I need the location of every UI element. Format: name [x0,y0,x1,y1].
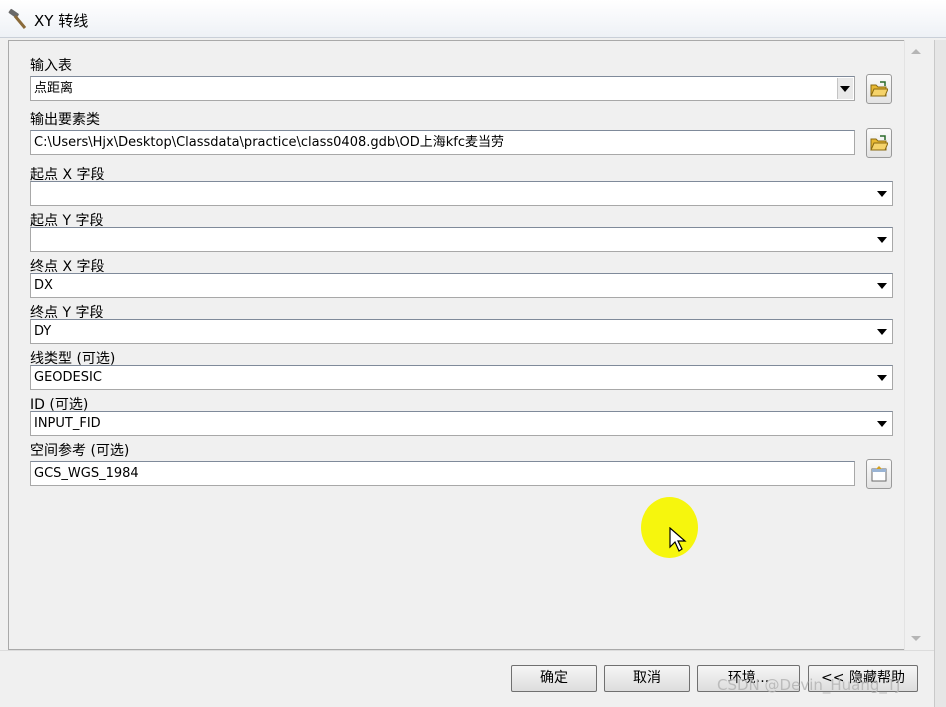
properties-icon [871,466,887,482]
id-field-value: INPUT_FID [34,416,101,431]
end-y-field-select[interactable]: DY [30,319,893,344]
start-y-field-select[interactable] [30,227,893,252]
spatial-reference-input[interactable]: GCS_WGS_1984 [30,461,855,486]
scroll-down-icon[interactable] [911,636,921,641]
spatial-reference-properties-button[interactable] [866,459,892,489]
help-panel-edge [934,40,946,707]
end-y-field-value: DY [34,324,52,339]
spatial-reference-label: 空间参考 (可选) [30,443,130,459]
browse-input-table-button[interactable] [866,74,892,104]
ok-button[interactable]: 确定 [511,665,597,692]
line-type-select[interactable]: GEODESIC [30,365,893,390]
hammer-icon [8,8,27,29]
chevron-down-icon[interactable] [877,375,887,381]
end-x-field-value: DX [34,278,53,293]
line-type-value: GEODESIC [34,370,102,385]
chevron-down-icon[interactable] [877,283,887,289]
scroll-up-icon[interactable] [911,49,921,54]
vertical-scrollbar[interactable] [904,40,926,650]
mouse-pointer-icon [669,527,687,552]
input-table-label: 输入表 [30,58,72,74]
open-folder-icon [870,135,888,151]
title-bar: XY 转线 [0,0,946,38]
output-feature-class-input[interactable]: C:\Users\Hjx\Desktop\Classdata\practice\… [30,130,855,155]
chevron-down-icon[interactable] [877,237,887,243]
chevron-down-icon[interactable] [877,421,887,427]
start-x-field-select[interactable] [30,181,893,206]
spatial-reference-value: GCS_WGS_1984 [34,466,139,481]
chevron-down-icon[interactable] [877,329,887,335]
chevron-down-icon[interactable] [877,191,887,197]
window-title: XY 转线 [34,12,89,30]
browse-output-button[interactable] [866,128,892,158]
open-folder-icon [870,81,888,97]
watermark: CSDN @Devin_Huang_TJ [717,676,901,694]
input-table-value: 点距离 [34,81,74,96]
chevron-down-icon [840,86,850,92]
output-feature-class-value: C:\Users\Hjx\Desktop\Classdata\practice\… [34,135,504,150]
input-table-select[interactable]: 点距离 [30,76,855,101]
cancel-button[interactable]: 取消 [604,665,690,692]
output-feature-class-label: 输出要素类 [30,112,100,128]
end-x-field-select[interactable]: DX [30,273,893,298]
id-field-select[interactable]: INPUT_FID [30,411,893,436]
input-table-dropdown-button[interactable] [837,78,853,99]
